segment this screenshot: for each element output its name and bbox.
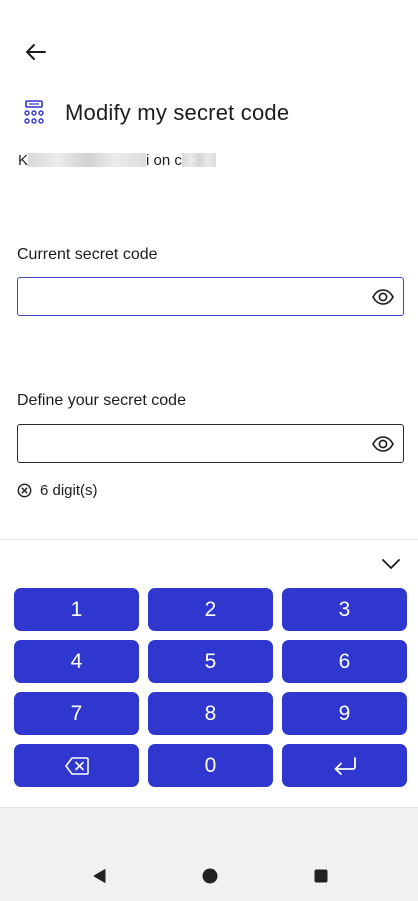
keyboard-collapse-button[interactable] [380, 554, 402, 574]
key-6[interactable]: 6 [282, 640, 407, 683]
key-9[interactable]: 9 [282, 692, 407, 735]
page-title: Modify my secret code [65, 100, 290, 125]
current-code-label: Current secret code [17, 246, 158, 263]
current-code-input[interactable] [18, 278, 363, 315]
triangle-back-icon [93, 869, 106, 883]
backspace-icon [64, 756, 89, 775]
new-code-input[interactable] [18, 425, 363, 462]
key-4[interactable]: 4 [14, 640, 139, 683]
key-1[interactable]: 1 [14, 588, 139, 631]
eye-icon [372, 435, 394, 452]
current-code-field[interactable] [17, 277, 404, 316]
key-5[interactable]: 5 [148, 640, 273, 683]
code-rule: 6 digit(s) [17, 482, 98, 499]
nav-back-button[interactable] [90, 866, 110, 886]
circle-x-icon [17, 483, 32, 498]
new-code-visibility-toggle[interactable] [363, 425, 403, 462]
back-button[interactable] [18, 36, 52, 68]
new-code-label: Define your secret code [17, 392, 186, 409]
enter-icon [334, 756, 356, 775]
key-7[interactable]: 7 [14, 692, 139, 735]
key-enter[interactable] [282, 744, 407, 787]
title-row: Modify my secret code [22, 100, 289, 126]
redacted-block [181, 153, 216, 167]
nav-recents-button[interactable] [311, 866, 331, 886]
redacted-block [28, 153, 147, 167]
eye-icon [372, 288, 394, 305]
numeric-keyboard: 1 2 3 4 5 6 7 8 9 0 [0, 539, 418, 808]
chevron-down-icon [382, 559, 400, 569]
arrow-left-icon [26, 44, 46, 60]
key-3[interactable]: 3 [282, 588, 407, 631]
circle-home-icon [202, 868, 218, 884]
nav-home-button[interactable] [200, 866, 220, 886]
current-code-visibility-toggle[interactable] [363, 278, 403, 315]
key-8[interactable]: 8 [148, 692, 273, 735]
account-middle: i on c [146, 151, 182, 169]
key-2[interactable]: 2 [148, 588, 273, 631]
key-backspace[interactable] [14, 744, 139, 787]
key-0[interactable]: 0 [148, 744, 273, 787]
system-nav-bar [0, 808, 418, 901]
new-code-field[interactable] [17, 424, 404, 463]
numeric-keypad-icon [24, 100, 44, 124]
rule-text: 6 digit(s) [40, 482, 98, 499]
account-line: K i on c [18, 151, 216, 169]
account-prefix: K [18, 151, 29, 169]
square-recents-icon [314, 869, 328, 883]
